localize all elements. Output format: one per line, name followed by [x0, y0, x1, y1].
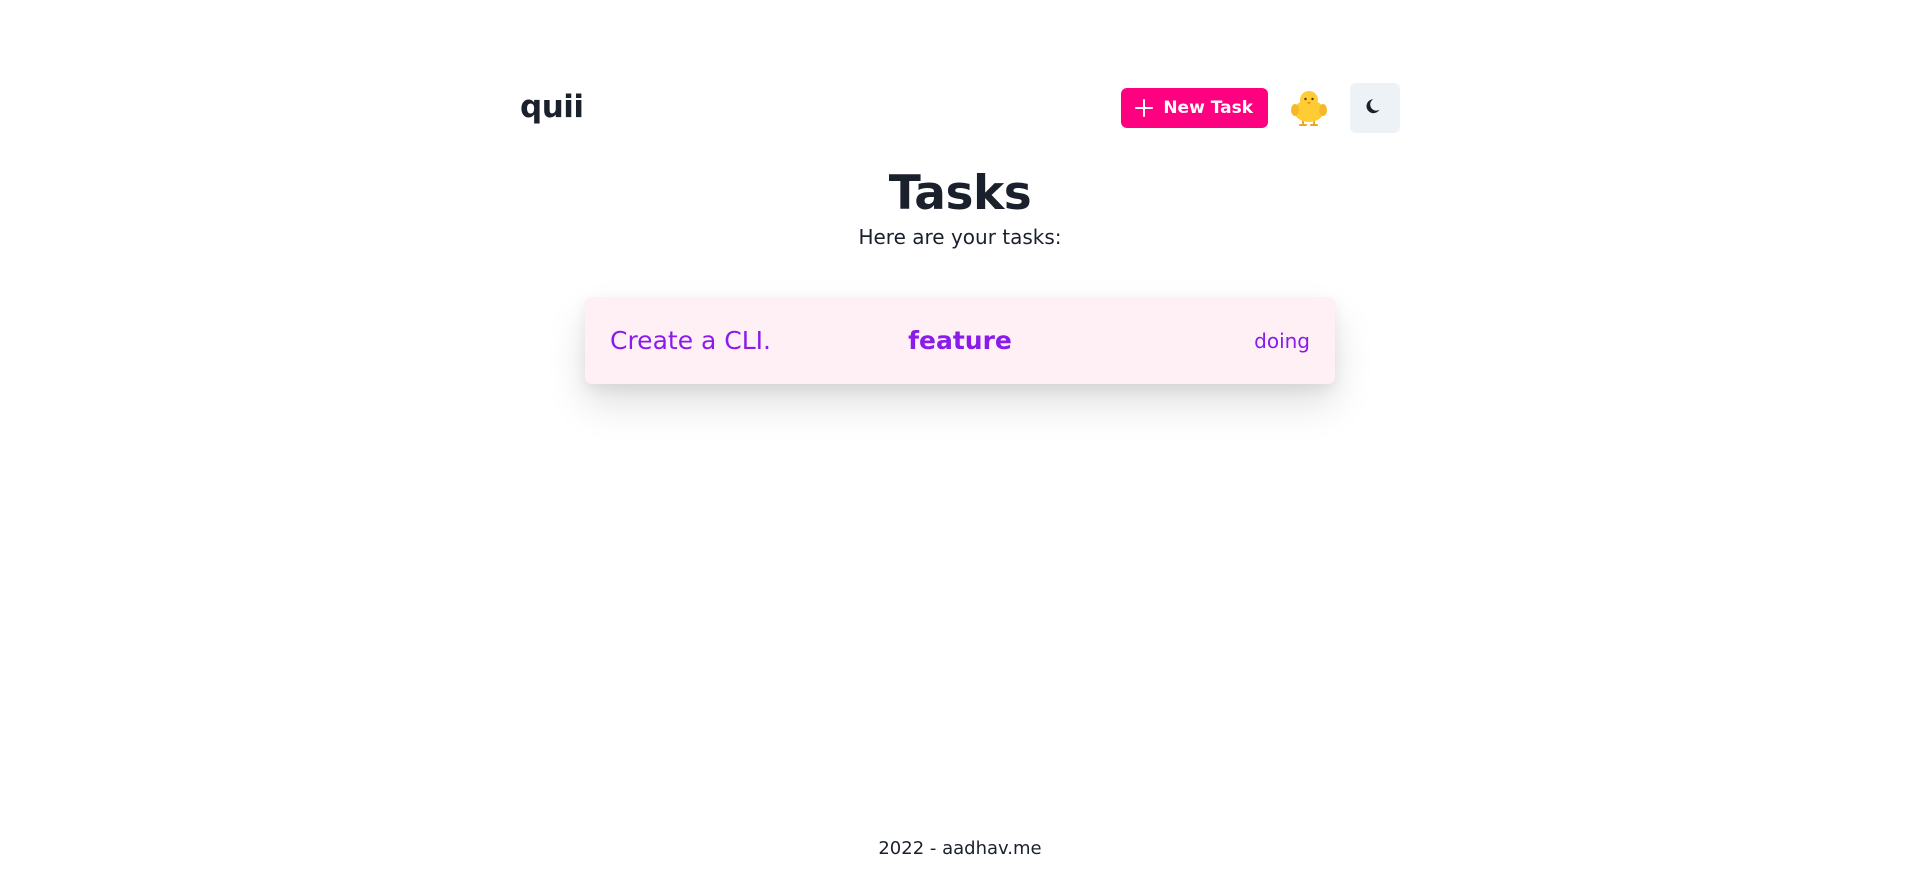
moon-icon: [1365, 96, 1385, 120]
page: quii New Task Tasks Here are your tasks:…: [0, 0, 1920, 894]
page-subtitle: Here are your tasks:: [858, 225, 1062, 249]
plus-icon: [1135, 99, 1154, 117]
page-heading: Tasks Here are your tasks:: [0, 164, 1920, 250]
chick-icon[interactable]: [1288, 87, 1330, 129]
header-actions: New Task: [1121, 83, 1400, 133]
task-type: feature: [908, 326, 1012, 355]
task-name: Create a CLI.: [610, 326, 771, 355]
task-status: doing: [1254, 328, 1310, 353]
footer: 2022 - aadhav.me: [0, 838, 1920, 859]
theme-toggle-button[interactable]: [1350, 83, 1400, 133]
task-card[interactable]: Create a CLI. feature doing: [585, 297, 1335, 384]
brand-logo[interactable]: quii: [520, 89, 584, 125]
page-title: Tasks: [888, 166, 1032, 221]
new-task-label: New Task: [1163, 98, 1253, 118]
header: quii New Task: [520, 83, 1400, 133]
new-task-button[interactable]: New Task: [1121, 88, 1268, 128]
footer-text[interactable]: 2022 - aadhav.me: [878, 838, 1041, 859]
